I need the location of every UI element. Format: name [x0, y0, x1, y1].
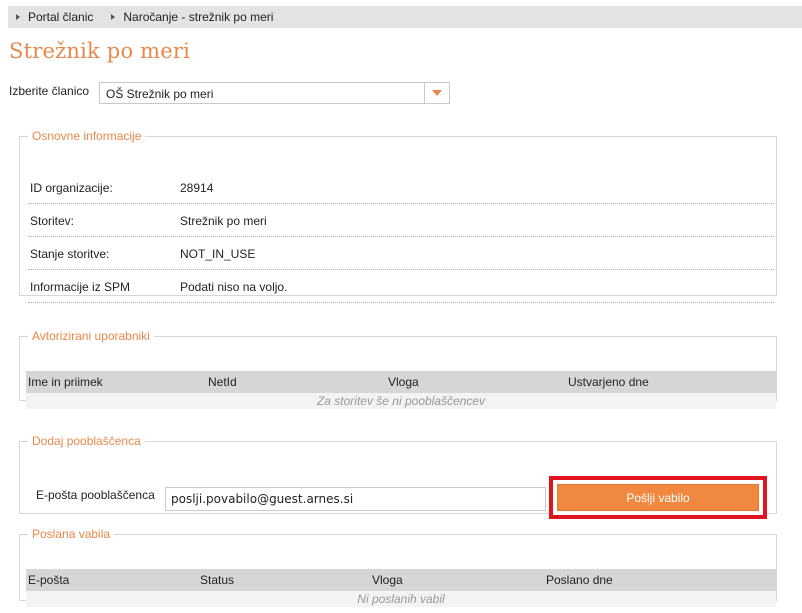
column-header: Ime in priimek — [28, 375, 103, 389]
info-row-spm: Informacije iz SPM Podati niso na voljo. — [28, 270, 774, 303]
column-header: Vloga — [388, 375, 419, 389]
authorized-users-section: Avtorizirani uporabniki Ime in priimek N… — [19, 329, 777, 409]
column-header: Status — [200, 573, 235, 587]
table-header: Ime in priimek NetId Vloga Ustvarjeno dn… — [26, 371, 776, 393]
column-header: Poslano dne — [546, 573, 613, 587]
section-legend: Osnovne informacije — [32, 129, 142, 143]
section-legend: Avtorizirani uporabniki — [32, 329, 150, 343]
info-value: Podati niso na voljo. — [180, 280, 288, 294]
info-key: ID organizacije: — [30, 181, 113, 195]
info-row-service: Storitev: Strežnik po meri — [28, 204, 774, 237]
column-header: E-pošta — [28, 573, 70, 587]
info-row-org-id: ID organizacije: 28914 — [28, 171, 774, 204]
delegate-email-input[interactable] — [165, 487, 546, 511]
info-key: Stanje storitve: — [30, 247, 110, 261]
member-select-label: Izberite članico — [9, 84, 90, 98]
breadcrumb-label: Naročanje - strežnik po meri — [123, 10, 274, 24]
chevron-right-icon — [111, 14, 116, 20]
breadcrumb-item-portal[interactable]: Portal članic — [16, 10, 93, 24]
member-select-value: OŠ Strežnik po meri — [106, 87, 214, 101]
send-invite-highlight: Pošlji vabilo — [549, 476, 767, 519]
table-header: E-pošta Status Vloga Poslano dne — [26, 569, 776, 591]
basic-info-section: Osnovne informacije ID organizacije: 289… — [19, 129, 777, 303]
breadcrumb-label: Portal članic — [28, 10, 94, 24]
empty-table-message: Ni poslanih vabil — [26, 591, 776, 607]
sent-invites-section: Poslana vabila E-pošta Status Vloga Posl… — [19, 527, 777, 607]
send-invite-button[interactable]: Pošlji vabilo — [557, 484, 759, 511]
column-header: NetId — [208, 375, 237, 389]
info-value: NOT_IN_USE — [180, 247, 256, 261]
section-legend: Dodaj pooblaščenca — [32, 434, 141, 448]
section-legend: Poslana vabila — [32, 527, 111, 541]
add-delegate-section: Dodaj pooblaščenca E-pošta pooblaščenca … — [19, 434, 777, 519]
column-header: Ustvarjeno dne — [568, 375, 649, 389]
dropdown-button[interactable] — [424, 83, 449, 103]
info-row-state: Stanje storitve: NOT_IN_USE — [28, 237, 774, 270]
chevron-down-icon — [432, 90, 442, 96]
info-value: 28914 — [180, 181, 214, 195]
email-label: E-pošta pooblaščenca — [36, 488, 155, 502]
member-select[interactable]: OŠ Strežnik po meri — [99, 82, 450, 104]
chevron-right-icon — [16, 14, 20, 20]
info-value: Strežnik po meri — [180, 214, 267, 228]
breadcrumb: Portal članic Naročanje - strežnik po me… — [8, 6, 802, 28]
info-key: Storitev: — [30, 214, 75, 228]
info-key: Informacije iz SPM — [30, 280, 131, 294]
empty-table-message: Za storitev še ni pooblaščencev — [26, 393, 776, 409]
page-title: Strežnik po meri — [9, 39, 191, 63]
breadcrumb-item-order[interactable]: Naročanje - strežnik po meri — [111, 10, 273, 24]
column-header: Vloga — [372, 573, 403, 587]
